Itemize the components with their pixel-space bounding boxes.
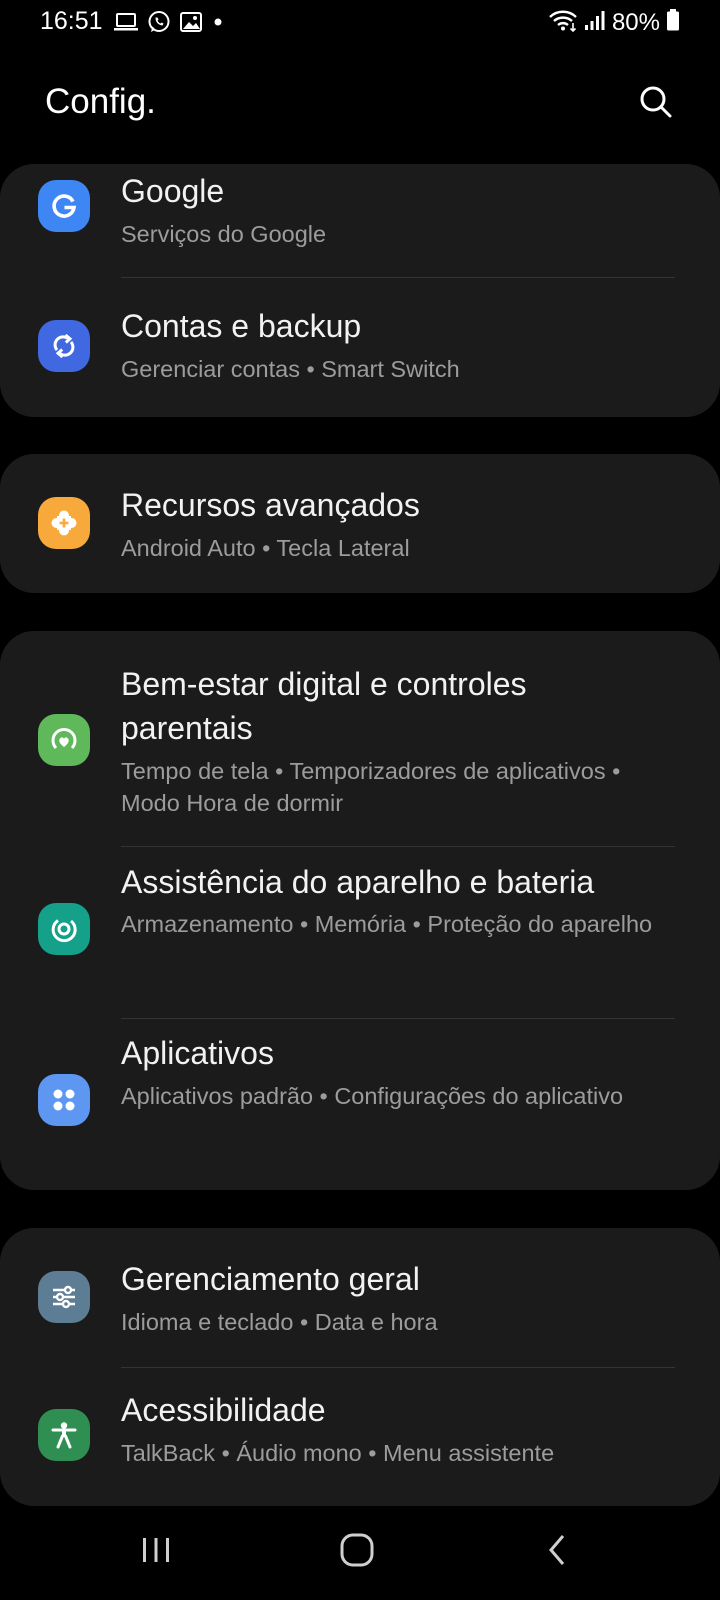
status-bar: 16:51 80% [0,0,720,48]
sliders-icon [38,1271,90,1323]
laptop-icon [114,11,138,38]
system-status: 80% [548,8,680,37]
settings-group-device: Bem-estar digital e controles parentais … [0,631,720,1190]
apps-grid-icon [38,1074,90,1126]
puzzle-plus-icon [38,497,90,549]
home-icon [340,1533,374,1567]
settings-item-subtitle: Aplicativos padrão • Configurações do ap… [121,1083,624,1109]
settings-item-title: Assistência do aparelho e bateria [121,864,595,900]
settings-item-general-management[interactable]: Gerenciamento geral Idioma e teclado • D… [0,1228,720,1367]
settings-item-apps[interactable]: Aplicativos Aplicativos padrão • Configu… [0,1019,720,1190]
search-icon [640,86,672,118]
settings-item-subtitle: Gerenciar contas • Smart Switch [121,356,460,382]
whatsapp-icon [147,10,171,39]
settings-item-subtitle: Serviços do Google [121,221,327,247]
battery-icon [666,8,680,37]
navigation-bar [0,1500,720,1600]
signal-icon [584,8,606,37]
settings-group-general: Gerenciamento geral Idioma e teclado • D… [0,1228,720,1506]
settings-item-title: Recursos avançados [121,487,420,523]
wellbeing-icon [38,714,90,766]
header: Config. [0,70,720,140]
recents-icon [143,1538,169,1562]
settings-item-subtitle: Idioma e teclado • Data e hora [121,1309,438,1335]
settings-group-accounts: Google Serviços do Google Contas e backu… [0,164,720,417]
settings-item-subtitle: Android Auto • Tecla Lateral [121,535,410,561]
home-button[interactable] [322,1520,392,1580]
recents-button[interactable] [121,1520,191,1580]
settings-item-subtitle: Armazenamento • Memória • Proteção do ap… [121,911,653,937]
battery-percent: 80% [611,8,660,36]
settings-item-title: Google [121,173,225,209]
dot-icon [211,11,225,38]
settings-item-subtitle: TalkBack • Áudio mono • Menu assistente [121,1440,555,1466]
device-care-icon [38,903,90,955]
google-icon [38,180,90,232]
settings-group-advanced: Recursos avançados Android Auto • Tecla … [0,454,720,593]
settings-item-title: Aplicativos [121,1035,274,1071]
settings-item-advanced-features[interactable]: Recursos avançados Android Auto • Tecla … [0,454,720,593]
page-title: Config. [45,82,156,121]
back-icon [549,1535,565,1565]
settings-item-title: Contas e backup [121,308,362,344]
settings-item-digital-wellbeing[interactable]: Bem-estar digital e controles parentais … [0,631,720,846]
settings-item-title: Bem-estar digital e controles parentais [121,666,527,746]
settings-item-subtitle: Tempo de tela • Temporizadores de aplica… [121,758,621,816]
sync-icon [38,320,90,372]
back-button[interactable] [523,1520,593,1580]
search-button[interactable] [632,78,680,126]
settings-item-device-care[interactable]: Assistência do aparelho e bateria Armaze… [0,847,720,1018]
status-time: 16:51 [40,7,103,35]
gallery-icon [180,11,202,38]
settings-item-accessibility[interactable]: Acessibilidade TalkBack • Áudio mono • M… [0,1368,720,1506]
notification-icons [114,10,225,39]
settings-item-accounts-backup[interactable]: Contas e backup Gerenciar contas • Smart… [0,278,720,417]
settings-item-title: Gerenciamento geral [121,1261,420,1297]
wifi-icon [548,8,578,37]
settings-item-title: Acessibilidade [121,1392,326,1428]
settings-item-google[interactable]: Google Serviços do Google [0,164,720,277]
accessibility-icon [38,1409,90,1461]
